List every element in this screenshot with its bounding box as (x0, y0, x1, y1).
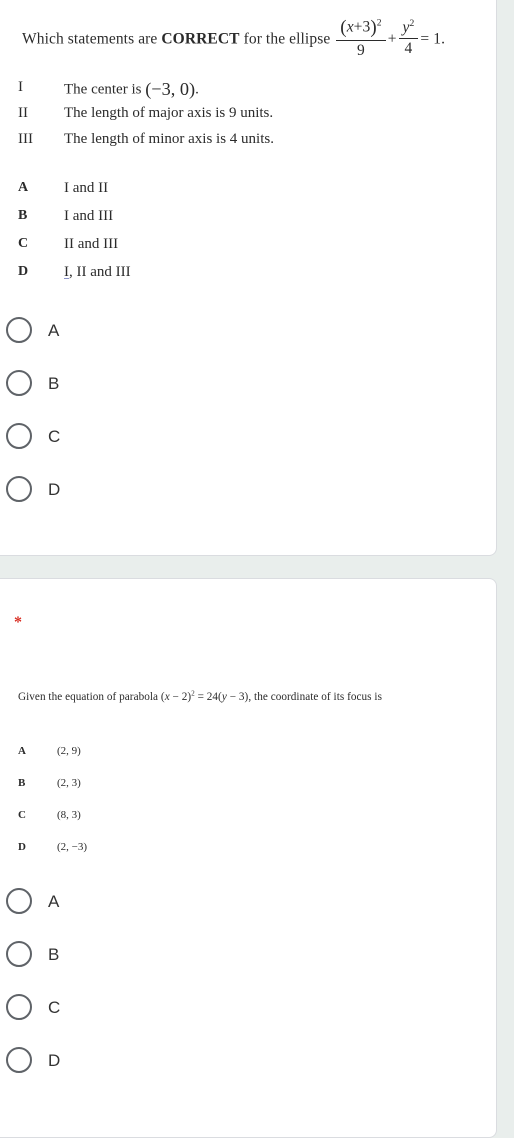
question-2-stem-image: Given the equation of parabola (x − 2)2 … (18, 689, 382, 703)
q1-choice-c-label: C (48, 426, 61, 446)
q1-printed-option-key-a: A (18, 180, 29, 195)
q2-printed-option-text-d: (2, −3) (57, 841, 88, 853)
q2-choice-c[interactable]: C (0, 983, 496, 1031)
q2-printed-option-text-b: (2, 3) (57, 777, 81, 789)
q1-printed-option-key-b: B (18, 208, 28, 223)
form-page: Which statements are CORRECT for the ell… (0, 0, 514, 1138)
question-card-2: * Given the equation of parabola (x − 2)… (0, 578, 497, 1138)
radio-icon[interactable] (6, 317, 32, 343)
q2-printed-option-text-a: (2, 9) (57, 745, 81, 757)
q1-statement-text-3: The length of minor axis is 4 units. (64, 131, 274, 147)
radio-icon[interactable] (6, 370, 32, 396)
q2-equation: (x − 2)2 = 24(y − 3), (160, 689, 252, 703)
radio-icon[interactable] (6, 941, 32, 967)
q1-frac1-den: 9 (357, 42, 365, 60)
q2-choice-a[interactable]: A (0, 877, 496, 925)
q2-choice-a-label: A (48, 891, 60, 911)
q1-printed-option-d-rest: , II and III (69, 264, 131, 280)
q1-statement-1-text: The center is (64, 81, 146, 98)
q1-statement-text-1: The center is (−3, 0). (64, 79, 199, 100)
q1-statement-label-2: II (18, 105, 28, 121)
question-card-1: Which statements are CORRECT for the ell… (0, 0, 497, 556)
q1-equals: = 1. (420, 30, 446, 48)
q1-choice-a-label: A (48, 320, 60, 340)
q2-stem-prefix: Given the equation of parabola (18, 691, 161, 703)
q1-statement-label-3: III (18, 131, 33, 147)
q2-printed-option-key-c: C (18, 809, 26, 821)
q1-frac1-exponent: 2 (376, 17, 382, 29)
q1-choice-b[interactable]: B (0, 359, 496, 407)
radio-icon[interactable] (6, 1047, 32, 1073)
q1-fraction-2: y2 4 (398, 17, 419, 59)
q1-printed-option-text-c: II and III (64, 236, 119, 252)
q1-printed-option-text-d: I, II and III (64, 264, 131, 281)
q1-choice-c[interactable]: C (0, 412, 496, 460)
q1-plus-sign: + (387, 30, 397, 48)
radio-icon[interactable] (6, 888, 32, 914)
q1-printed-option-key-c: C (18, 236, 29, 251)
q1-statement-label-1: I (18, 79, 23, 95)
radio-icon[interactable] (6, 423, 32, 449)
q1-choice-a[interactable]: A (0, 306, 496, 354)
q1-stem-suffix: for the ellipse (239, 30, 335, 48)
q1-choice-d-label: D (48, 479, 61, 499)
radio-icon[interactable] (6, 476, 32, 502)
q1-frac2-num: y (402, 19, 410, 37)
q1-statement-text-2: The length of major axis is 9 units. (64, 105, 274, 121)
q1-statement-1-period: . (195, 81, 199, 98)
required-asterisk: * (14, 614, 22, 631)
q2-choice-b[interactable]: B (0, 930, 496, 978)
q2-printed-option-key-d: D (18, 841, 26, 853)
q1-stem-prefix: Which statements are (22, 30, 162, 48)
q1-fraction-1: (x+3)2 9 (336, 17, 386, 61)
q2-choice-c-label: C (48, 997, 61, 1017)
q2-choice-d-label: D (48, 1050, 61, 1070)
q2-printed-option-key-b: B (18, 777, 26, 789)
q1-frac2-den: 4 (404, 40, 413, 58)
q1-frac2-exponent: 2 (409, 17, 415, 29)
radio-icon[interactable] (6, 994, 32, 1020)
q1-choice-b-label: B (48, 373, 60, 393)
q2-choice-d[interactable]: D (0, 1036, 496, 1084)
q2-printed-option-text-c: (8, 3) (57, 809, 81, 821)
q2-stem-suffix: the coordinate of its focus is (251, 691, 382, 703)
q2-printed-option-key-a: A (18, 745, 26, 757)
q1-choice-d[interactable]: D (0, 465, 496, 513)
q1-printed-option-text-a: I and II (64, 180, 109, 196)
q1-printed-option-key-d: D (18, 264, 29, 279)
q1-stem-emphasis: CORRECT (161, 30, 240, 48)
q2-choice-b-label: B (48, 944, 60, 964)
q1-statement-1-value: (−3, 0) (145, 79, 196, 99)
q1-printed-option-text-b: I and III (64, 208, 114, 224)
question-1-stem-image: Which statements are CORRECT for the ell… (22, 17, 446, 62)
